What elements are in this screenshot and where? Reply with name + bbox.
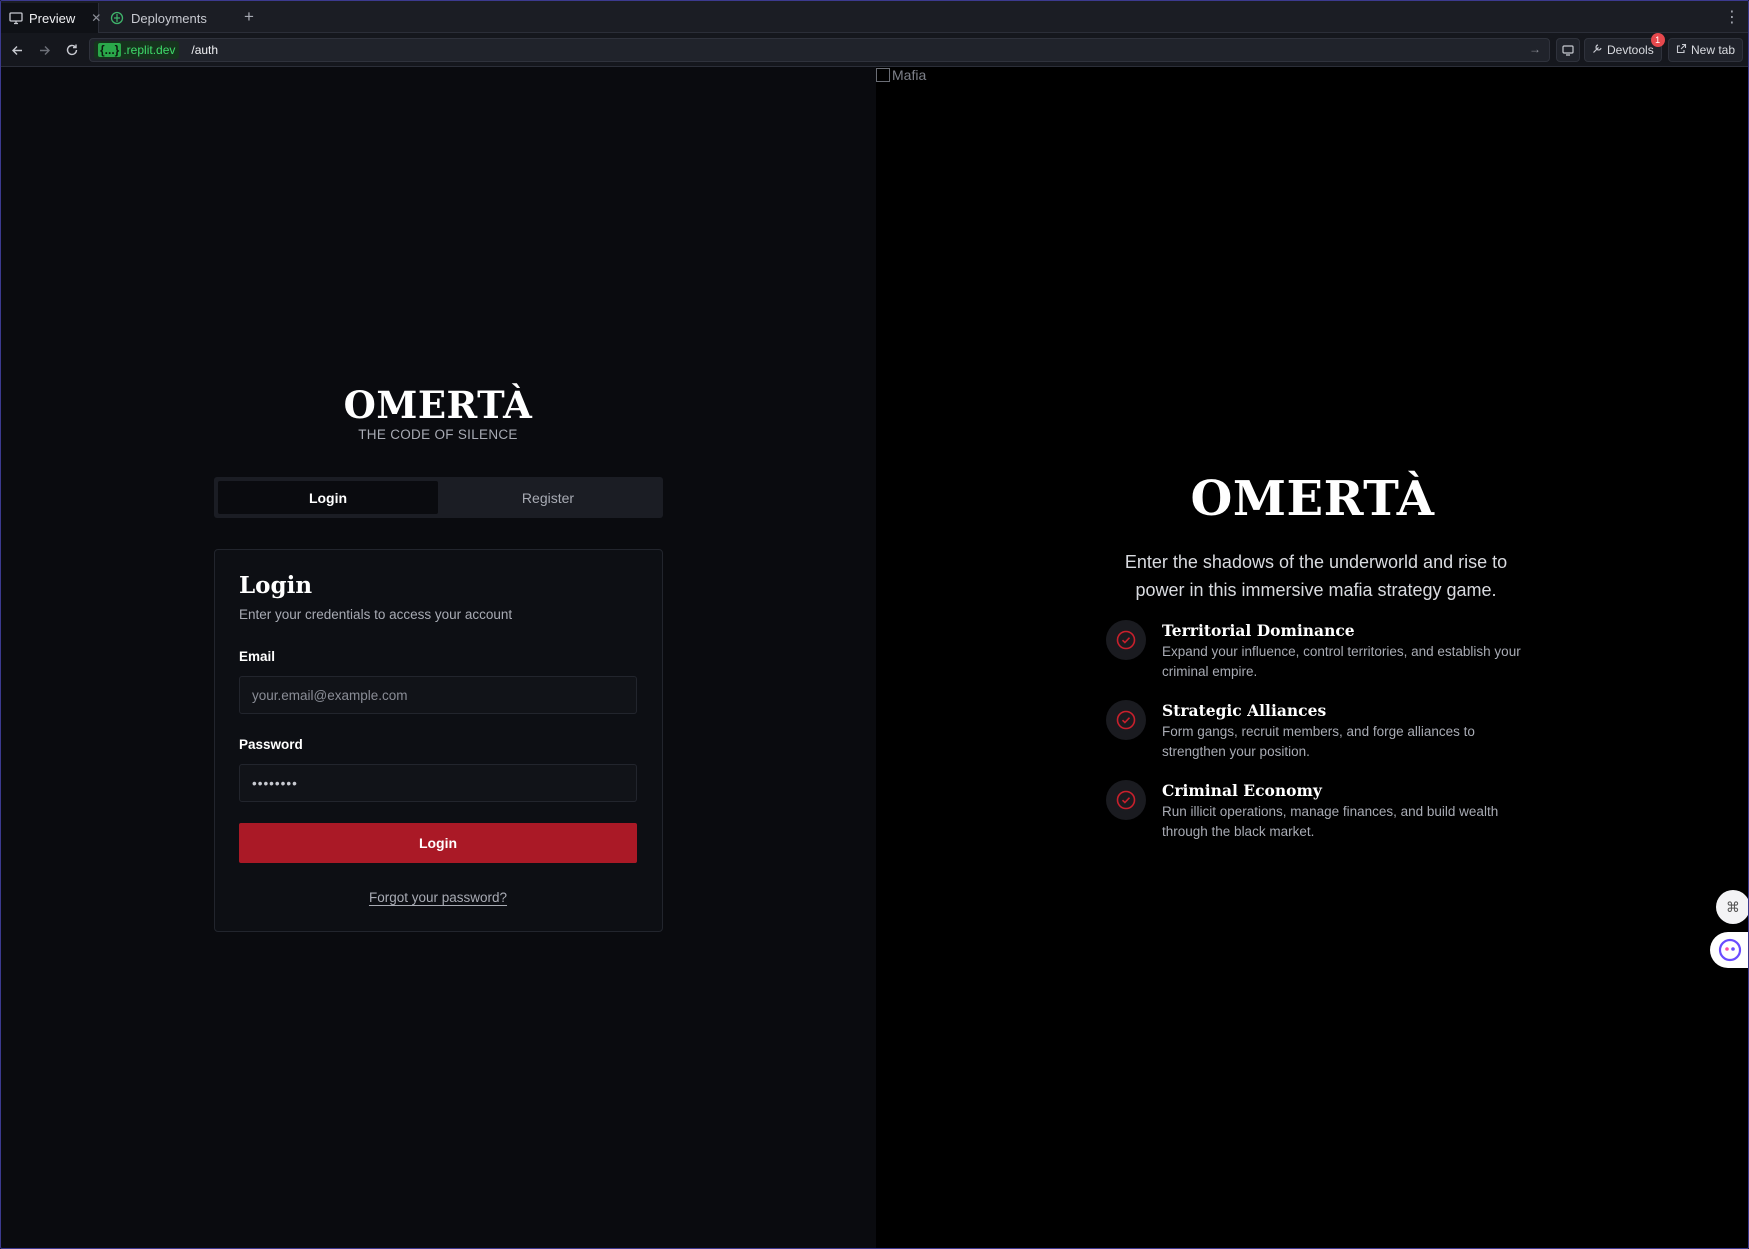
login-button[interactable]: Login — [239, 823, 637, 863]
domain-prefix: {...} — [98, 43, 122, 57]
password-label: Password — [239, 737, 303, 752]
tab-register[interactable]: Register — [438, 481, 658, 514]
feature-description: Run illicit operations, manage finances,… — [1162, 804, 1499, 839]
email-label: Email — [239, 649, 276, 664]
password-field[interactable] — [239, 764, 637, 802]
tab-strip: Preview ✕ Deployments + ⋮ — [1, 1, 1748, 33]
back-arrow-icon[interactable] — [8, 41, 26, 59]
brand-title: OMERTÀ — [343, 383, 533, 427]
tab-label: Deployments — [131, 10, 207, 26]
auth-panel: OMERTÀ THE CODE OF SILENCE Login Registe… — [2, 67, 876, 1248]
screen-icon[interactable] — [1556, 38, 1580, 62]
devtools-button[interactable]: Devtools 1 — [1584, 33, 1665, 62]
email-field[interactable] — [239, 676, 637, 714]
new-tab-label: New tab — [1691, 43, 1736, 57]
reload-icon[interactable] — [63, 41, 81, 59]
feature-description: Expand your influence, control territori… — [1162, 644, 1521, 679]
devtools-label: Devtools — [1607, 43, 1654, 57]
broken-image: Mafia — [876, 67, 926, 83]
tab-label: Preview — [29, 10, 76, 26]
feature-description: Form gangs, recruit members, and forge a… — [1162, 724, 1475, 759]
forgot-password-wrap: Forgot your password? — [239, 890, 637, 905]
close-icon[interactable]: ✕ — [91, 11, 101, 25]
new-tab-plus-icon[interactable]: + — [244, 7, 254, 27]
card-title: Login — [239, 572, 313, 599]
card-subtitle: Enter your credentials to access your ac… — [239, 607, 513, 622]
login-card: Login Enter your credentials to access y… — [214, 549, 663, 932]
tab-deployments[interactable]: Deployments — [101, 3, 231, 33]
feature-title: Strategic Alliances — [1162, 701, 1327, 720]
url-path: /auth — [191, 43, 219, 57]
deploy-icon — [109, 10, 125, 26]
feature-title: Territorial Dominance — [1162, 621, 1355, 640]
forward-arrow-icon[interactable] — [35, 41, 53, 59]
go-arrow-icon[interactable]: → — [1529, 42, 1541, 56]
feature-title: Criminal Economy — [1162, 781, 1322, 800]
external-link-icon — [1676, 43, 1687, 57]
auth-tabs: Login Register — [214, 477, 663, 518]
check-circle-icon — [1106, 780, 1146, 820]
hero-description: Enter the shadows of the underworld and … — [1124, 552, 1508, 600]
devtools-badge: 1 — [1650, 33, 1665, 47]
new-tab-button[interactable]: New tab — [1668, 38, 1744, 62]
browser-window: Preview ✕ Deployments + ⋮ {...} .replit.… — [0, 0, 1749, 1249]
assistant-icon[interactable] — [1710, 932, 1748, 968]
wrench-icon — [1592, 43, 1603, 57]
tab-login[interactable]: Login — [218, 481, 438, 514]
forgot-password-link[interactable]: Forgot your password? — [369, 890, 507, 905]
auth-page: OMERTÀ THE CODE OF SILENCE Login Registe… — [2, 67, 1748, 1248]
brand-tagline: THE CODE OF SILENCE — [358, 427, 518, 442]
domain-text: .replit.dev — [123, 43, 176, 57]
command-icon[interactable]: ⌘ — [1716, 890, 1748, 924]
domain-chip: {...} .replit.dev — [94, 41, 180, 59]
broken-image-icon — [876, 68, 890, 82]
tab-preview[interactable]: Preview ✕ — [1, 3, 101, 33]
broken-image-alt: Mafia — [892, 67, 927, 83]
url-field[interactable]: {...} .replit.dev /auth → — [89, 38, 1550, 62]
address-bar: {...} .replit.dev /auth → Devtools 1 New… — [1, 33, 1748, 67]
hero-title: OMERTÀ — [1190, 471, 1435, 527]
monitor-icon — [9, 10, 23, 26]
hero-panel: OMERTÀ Enter the shadows of the underwor… — [876, 67, 1748, 1248]
check-circle-icon — [1106, 700, 1146, 740]
more-options-icon[interactable]: ⋮ — [1724, 7, 1740, 27]
check-circle-icon — [1106, 620, 1146, 660]
